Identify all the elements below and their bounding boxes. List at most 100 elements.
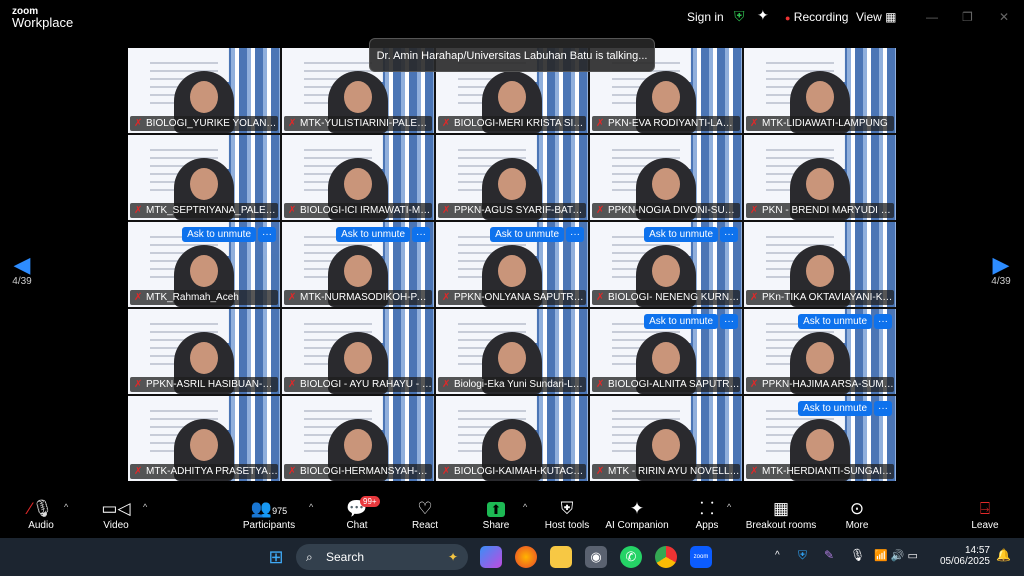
participant-tile[interactable]: Ask to unmute ··· ✗ PPKN-ONLYANA SAPUTRI D.… xyxy=(436,222,588,307)
participant-tile[interactable]: ✗ MTK_SEPTRIYANA_PALEMB... xyxy=(128,135,280,220)
participant-face xyxy=(652,342,680,374)
mic-muted-icon: ✗ xyxy=(134,118,143,129)
file-explorer-icon[interactable] xyxy=(550,546,572,568)
participant-name: MTK-HERDIANTI-SUNGAI P... xyxy=(762,466,894,477)
tile-more-button[interactable]: ··· xyxy=(412,227,430,242)
participant-tile[interactable]: ✗ Biologi-Eka Yuni Sundari-La... xyxy=(436,309,588,394)
tile-more-button[interactable]: ··· xyxy=(874,401,892,416)
whatsapp-icon[interactable]: ✆ xyxy=(620,546,642,568)
camera-app-icon[interactable]: ◉ xyxy=(585,546,607,568)
participant-tile[interactable]: Ask to unmute ··· ✗ MTK_Rahmah_Aceh xyxy=(128,222,280,307)
participant-name: MTK_SEPTRIYANA_PALEMB... xyxy=(146,205,278,216)
recording-indicator[interactable]: ● Recording xyxy=(785,10,848,24)
share-button[interactable]: ⬆ Share xyxy=(461,498,531,531)
participant-face xyxy=(652,168,680,200)
breakout-rooms-button[interactable]: ▦ Breakout rooms xyxy=(736,498,826,531)
leave-button[interactable]: ⍈ Leave xyxy=(950,498,1020,531)
participant-tile[interactable]: ✗ BIOLOGI-HERMANSYAH-AC... xyxy=(282,396,434,481)
participant-name: MTK - RIRIN AYU NOVELLA ... xyxy=(608,466,740,477)
tile-more-button[interactable]: ··· xyxy=(566,227,584,242)
tray-overflow-icon[interactable]: ^ xyxy=(775,550,780,561)
mic-muted-icon: ✗ xyxy=(442,205,451,216)
maximize-button[interactable]: ❐ xyxy=(962,10,973,24)
host-tools-button[interactable]: ⛨ Host tools xyxy=(532,498,602,531)
chrome-icon[interactable] xyxy=(655,546,677,568)
participant-name: BIOLOGI-KAIMAH-KUTACANE xyxy=(454,466,586,477)
chat-button[interactable]: 💬 99+ Chat xyxy=(322,496,392,531)
react-button[interactable]: ♡ React xyxy=(390,498,460,531)
participant-face xyxy=(190,255,218,287)
participant-tile[interactable]: ✗ MTK-ADHITYA PRASETYANI... xyxy=(128,396,280,481)
mic-muted-icon: ✗ xyxy=(134,205,143,216)
view-button[interactable]: View ▦ xyxy=(856,10,896,24)
participant-name-label: ✗ MTK_Rahmah_Aceh xyxy=(130,290,278,305)
participant-tile[interactable]: Ask to unmute ··· ✗ PPKN-HAJIMA ARSA-SUMSEL xyxy=(744,309,896,394)
notification-bell-icon[interactable]: 🔔 xyxy=(996,548,1011,562)
clock[interactable]: 14:57 05/06/2025 xyxy=(938,545,990,567)
ask-to-unmute-button[interactable]: Ask to unmute xyxy=(644,227,718,242)
apps-caret[interactable]: ^ xyxy=(727,502,731,512)
participant-tile[interactable]: Ask to unmute ··· ✗ BIOLOGI-ALNITA SAPUTRI-… xyxy=(590,309,742,394)
search-label: Search xyxy=(326,550,365,564)
video-button[interactable]: ▭◁ Video xyxy=(81,498,151,531)
participant-name-label: ✗ PKN-EVA RODIYANTI-LAMP... xyxy=(592,116,740,131)
minimize-button[interactable]: — xyxy=(926,10,938,24)
windows-start-icon[interactable]: ⊞ xyxy=(265,546,287,568)
page-indicator-right: 4/39 xyxy=(991,276,1011,287)
pen-icon[interactable]: ✎ xyxy=(824,548,834,562)
prev-page-button[interactable]: ◀ 4/39 xyxy=(7,254,37,288)
ask-to-unmute-button[interactable]: Ask to unmute xyxy=(182,227,256,242)
participant-tile[interactable]: ✗ BIOLOGI-ICI IRMAWATI-ME... xyxy=(282,135,434,220)
microphone-icon[interactable]: 🎙 xyxy=(850,548,865,562)
tile-more-button[interactable]: ··· xyxy=(874,314,892,329)
tile-more-button[interactable]: ··· xyxy=(720,314,738,329)
apps-button[interactable]: ⸬ Apps xyxy=(672,498,742,531)
participant-tile[interactable]: ✗ PPKN-NOGIA DIVONI-SUM... xyxy=(590,135,742,220)
mic-muted-icon: ✗ xyxy=(288,292,297,303)
ask-to-unmute-button[interactable]: Ask to unmute xyxy=(336,227,410,242)
participant-tile[interactable]: ✗ PPKN-ASRIL HASIBUAN-PA... xyxy=(128,309,280,394)
ask-to-unmute-button[interactable]: Ask to unmute xyxy=(644,314,718,329)
participant-tile[interactable]: Ask to unmute ··· ✗ MTK-NURMASODIKOH-PAN... xyxy=(282,222,434,307)
video-options-caret[interactable]: ^ xyxy=(143,502,147,512)
ask-to-unmute-button[interactable]: Ask to unmute xyxy=(798,314,872,329)
participant-tile[interactable]: Ask to unmute ··· ✗ MTK-HERDIANTI-SUNGAI P.… xyxy=(744,396,896,481)
participant-tile[interactable]: ✗ BIOLOGI - AYU RAHAYU - KE... xyxy=(282,309,434,394)
participant-tile[interactable]: ✗ PKN - BRENDI MARYUDI - L... xyxy=(744,135,896,220)
audio-options-caret[interactable]: ^ xyxy=(64,502,68,512)
share-caret[interactable]: ^ xyxy=(523,502,527,512)
close-button[interactable]: ✕ xyxy=(999,10,1009,24)
shield-check-icon[interactable]: ⛨ xyxy=(734,8,745,25)
participant-tile[interactable]: ✗ MTK-LIDIAWATI-LAMPUNG xyxy=(744,48,896,133)
talking-indicator: Dr. Amin Harahap/Universitas Labuhan Bat… xyxy=(369,38,655,72)
tile-more-button[interactable]: ··· xyxy=(720,227,738,242)
time: 14:57 xyxy=(964,545,990,556)
participant-tile[interactable]: ✗ PPKN-AGUS SYARIF-BATAM xyxy=(436,135,588,220)
zoom-taskbar-icon[interactable]: zoom xyxy=(690,546,712,568)
sparkle-icon: ✦ xyxy=(629,499,645,518)
taskbar-search[interactable]: ⌕ Search ✦ xyxy=(296,544,468,570)
participant-tile[interactable]: ✗BIOLOGI_YURIKE YOLANDA_... xyxy=(128,48,280,133)
next-page-button[interactable]: ▶ 4/39 xyxy=(986,254,1016,288)
participant-tile[interactable]: ✗ BIOLOGI-KAIMAH-KUTACANE xyxy=(436,396,588,481)
ask-to-unmute-button[interactable]: Ask to unmute xyxy=(490,227,564,242)
participants-caret[interactable]: ^ xyxy=(309,502,313,512)
participant-tile[interactable]: Ask to unmute ··· ✗ BIOLOGI- NENENG KURNIA … xyxy=(590,222,742,307)
sparkle-icon[interactable]: ✦ xyxy=(757,7,769,24)
tile-more-button[interactable]: ··· xyxy=(258,227,276,242)
participant-tile[interactable]: ✗ PKn-TIKA OKTAVIAYANI-KAY... xyxy=(744,222,896,307)
more-button[interactable]: ⊙ More xyxy=(822,498,892,531)
firefox-icon[interactable] xyxy=(515,546,537,568)
sign-in-link[interactable]: Sign in xyxy=(687,10,724,24)
participant-face xyxy=(344,168,372,200)
copilot-icon[interactable] xyxy=(480,546,502,568)
ai-companion-button[interactable]: ✦ AI Companion xyxy=(602,498,672,531)
participants-button[interactable]: 👥975 Participants xyxy=(234,498,304,531)
participant-face xyxy=(806,255,834,287)
ask-to-unmute-button[interactable]: Ask to unmute xyxy=(798,401,872,416)
wifi-volume-battery-icon[interactable]: 📶 🔊 ▭ xyxy=(874,549,918,562)
participant-tile[interactable]: ✗ MTK - RIRIN AYU NOVELLA ... xyxy=(590,396,742,481)
defender-icon[interactable]: ⛨ xyxy=(798,548,807,563)
participant-face xyxy=(190,168,218,200)
participant-name: PPKN-ONLYANA SAPUTRI D... xyxy=(454,292,586,303)
